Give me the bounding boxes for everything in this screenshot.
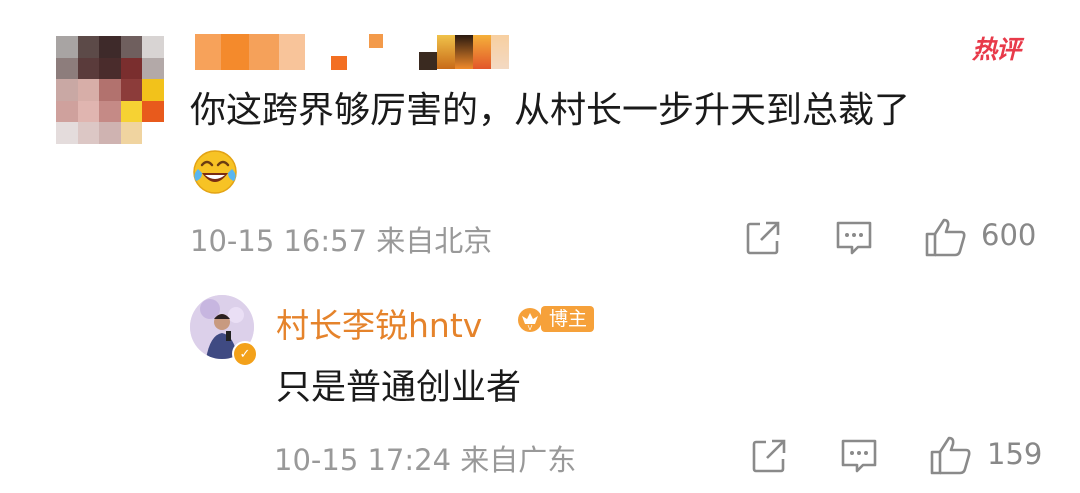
comment-text: 你这跨界够厉害的，从村长一步升天到总裁了 <box>190 90 911 131</box>
commenter-avatar[interactable] <box>56 36 164 144</box>
share-icon[interactable] <box>750 437 788 475</box>
verified-icon: ✓ <box>232 341 258 367</box>
blogger-badge-label: 博主 <box>541 306 595 332</box>
laughing-tears-icon <box>193 150 237 194</box>
comment-icon[interactable] <box>834 219 874 257</box>
reply-meta: 10-15 17:24 来自广东 <box>274 443 577 477</box>
comment-meta: 10-15 16:57 来自北京 <box>190 224 493 258</box>
like-count: 600 <box>981 218 1037 252</box>
like-icon[interactable] <box>924 216 968 258</box>
like-count: 159 <box>987 437 1043 471</box>
comment-icon[interactable] <box>839 437 879 475</box>
svg-text:V: V <box>528 325 533 332</box>
reply-text: 只是普通创业者 <box>276 368 522 408</box>
share-icon[interactable] <box>744 219 782 257</box>
commenter-username[interactable] <box>195 34 509 70</box>
blogger-badge: V 博主 <box>515 302 595 336</box>
hot-comment-badge: 热评 <box>972 35 1021 64</box>
reply-author-name[interactable]: 村长李锐hntv <box>276 299 482 347</box>
like-icon[interactable] <box>929 434 973 476</box>
